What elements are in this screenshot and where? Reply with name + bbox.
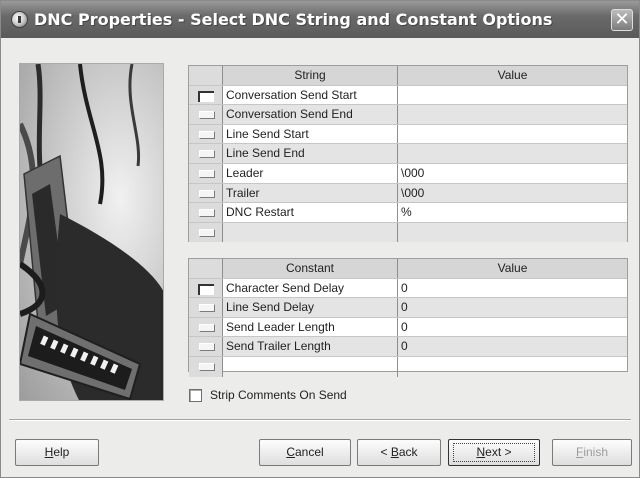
row-selector-icon[interactable] — [189, 298, 223, 317]
string-value-cell[interactable] — [398, 222, 627, 243]
table-row[interactable]: Leader \000 — [189, 163, 627, 184]
constant-value-cell[interactable]: 0 — [398, 318, 627, 337]
table-row[interactable]: Send Trailer Length 0 — [189, 337, 627, 357]
value-column-header: Value — [497, 68, 528, 82]
string-value-cell[interactable] — [398, 144, 627, 163]
back-button-mnemonic: B — [390, 445, 399, 459]
constant-value-cell[interactable]: 0 — [398, 279, 627, 298]
constant-table: Constant Value Character Send Delay 0 Li… — [188, 258, 628, 377]
row-selector-icon[interactable] — [189, 317, 223, 337]
window-title: DNC Properties - Select DNC String and C… — [34, 10, 553, 29]
cancel-button-label: ancel — [294, 445, 324, 459]
string-name-cell: DNC Restart — [223, 203, 398, 222]
constant-value-cell[interactable] — [398, 357, 627, 377]
serial-cable-illustration — [19, 63, 164, 401]
back-button-label: ack — [398, 445, 418, 459]
table-row[interactable]: Conversation Send End — [189, 105, 627, 125]
header-select-cell[interactable] — [189, 259, 223, 278]
next-button[interactable]: Next > — [448, 439, 540, 466]
table-row[interactable]: Line Send Start — [189, 124, 627, 145]
help-button[interactable]: Help — [15, 439, 99, 466]
close-button[interactable]: ✕ — [611, 9, 633, 31]
table-row[interactable]: Conversation Send Start — [189, 85, 627, 106]
string-name-cell[interactable] — [223, 222, 398, 243]
constant-value-cell[interactable]: 0 — [398, 298, 627, 317]
string-name-cell: Leader — [223, 163, 398, 183]
title-bar: DNC Properties - Select DNC String and C… — [1, 1, 639, 38]
table-row[interactable]: Trailer \000 — [189, 183, 627, 204]
constant-name-cell: Character Send Delay — [223, 278, 398, 298]
row-selector-icon[interactable] — [189, 203, 223, 222]
table-row[interactable]: DNC Restart % — [189, 203, 627, 223]
help-button-label: elp — [53, 445, 70, 459]
string-value-cell[interactable] — [398, 86, 627, 105]
dialog-window: DNC Properties - Select DNC String and C… — [0, 0, 640, 478]
strip-comments-option[interactable]: Strip Comments On Send — [189, 387, 347, 403]
finish-button-label: inish — [583, 445, 609, 459]
focus-rectangle — [453, 443, 535, 462]
constant-name-cell: Send Trailer Length — [223, 337, 398, 356]
string-value-cell[interactable]: \000 — [398, 183, 627, 203]
table-row[interactable]: Send Leader Length 0 — [189, 317, 627, 338]
table-row[interactable]: Line Send End — [189, 144, 627, 164]
string-value-cell[interactable] — [398, 105, 627, 124]
row-selector-icon[interactable] — [189, 222, 223, 243]
string-value-cell[interactable]: \000 — [398, 164, 627, 183]
string-table: String Value Conversation Send Start Con… — [188, 65, 628, 243]
string-name-cell: Conversation Send End — [223, 105, 398, 124]
constant-name-cell: Send Leader Length — [223, 317, 398, 337]
string-name-cell: Line Send End — [223, 144, 398, 163]
constant-column-header: Constant — [223, 259, 398, 278]
strip-comments-checkbox[interactable] — [189, 388, 202, 402]
row-selector-icon[interactable] — [189, 278, 223, 298]
constant-table-header: Constant Value — [189, 259, 627, 279]
row-selector-icon[interactable] — [189, 124, 223, 144]
cancel-button-mnemonic: C — [286, 445, 295, 459]
string-name-cell: Trailer — [223, 183, 398, 203]
divider — [9, 419, 631, 421]
row-selector-icon[interactable] — [189, 183, 223, 203]
row-selector-icon[interactable] — [189, 356, 223, 377]
table-row[interactable]: Character Send Delay 0 — [189, 278, 627, 299]
back-button-prefix: < — [380, 445, 391, 459]
constant-value-cell[interactable]: 0 — [398, 337, 627, 356]
row-selector-icon[interactable] — [189, 337, 223, 356]
header-select-cell[interactable] — [189, 66, 223, 85]
table-row[interactable]: Line Send Delay 0 — [189, 298, 627, 318]
row-selector-icon[interactable] — [189, 163, 223, 183]
finish-button: Finish — [552, 439, 632, 466]
dnc-app-icon — [11, 11, 28, 28]
value-column-header: Value — [497, 261, 528, 275]
row-selector-icon[interactable] — [189, 105, 223, 124]
strip-comments-label[interactable]: Strip Comments On Send — [210, 388, 347, 402]
string-column-header: String — [223, 66, 398, 85]
row-selector-icon[interactable] — [189, 144, 223, 163]
constant-name-cell[interactable] — [223, 356, 398, 377]
back-button[interactable]: < Back — [357, 439, 441, 466]
string-name-cell: Conversation Send Start — [223, 85, 398, 105]
table-row[interactable] — [189, 356, 627, 377]
string-table-header: String Value — [189, 66, 627, 86]
constant-name-cell: Line Send Delay — [223, 298, 398, 317]
string-name-cell: Line Send Start — [223, 124, 398, 144]
row-selector-icon[interactable] — [189, 85, 223, 105]
serial-connector-image — [20, 64, 163, 400]
string-value-cell[interactable] — [398, 125, 627, 144]
cancel-button[interactable]: Cancel — [259, 439, 351, 466]
string-value-cell[interactable]: % — [398, 203, 627, 222]
table-row[interactable] — [189, 222, 627, 243]
